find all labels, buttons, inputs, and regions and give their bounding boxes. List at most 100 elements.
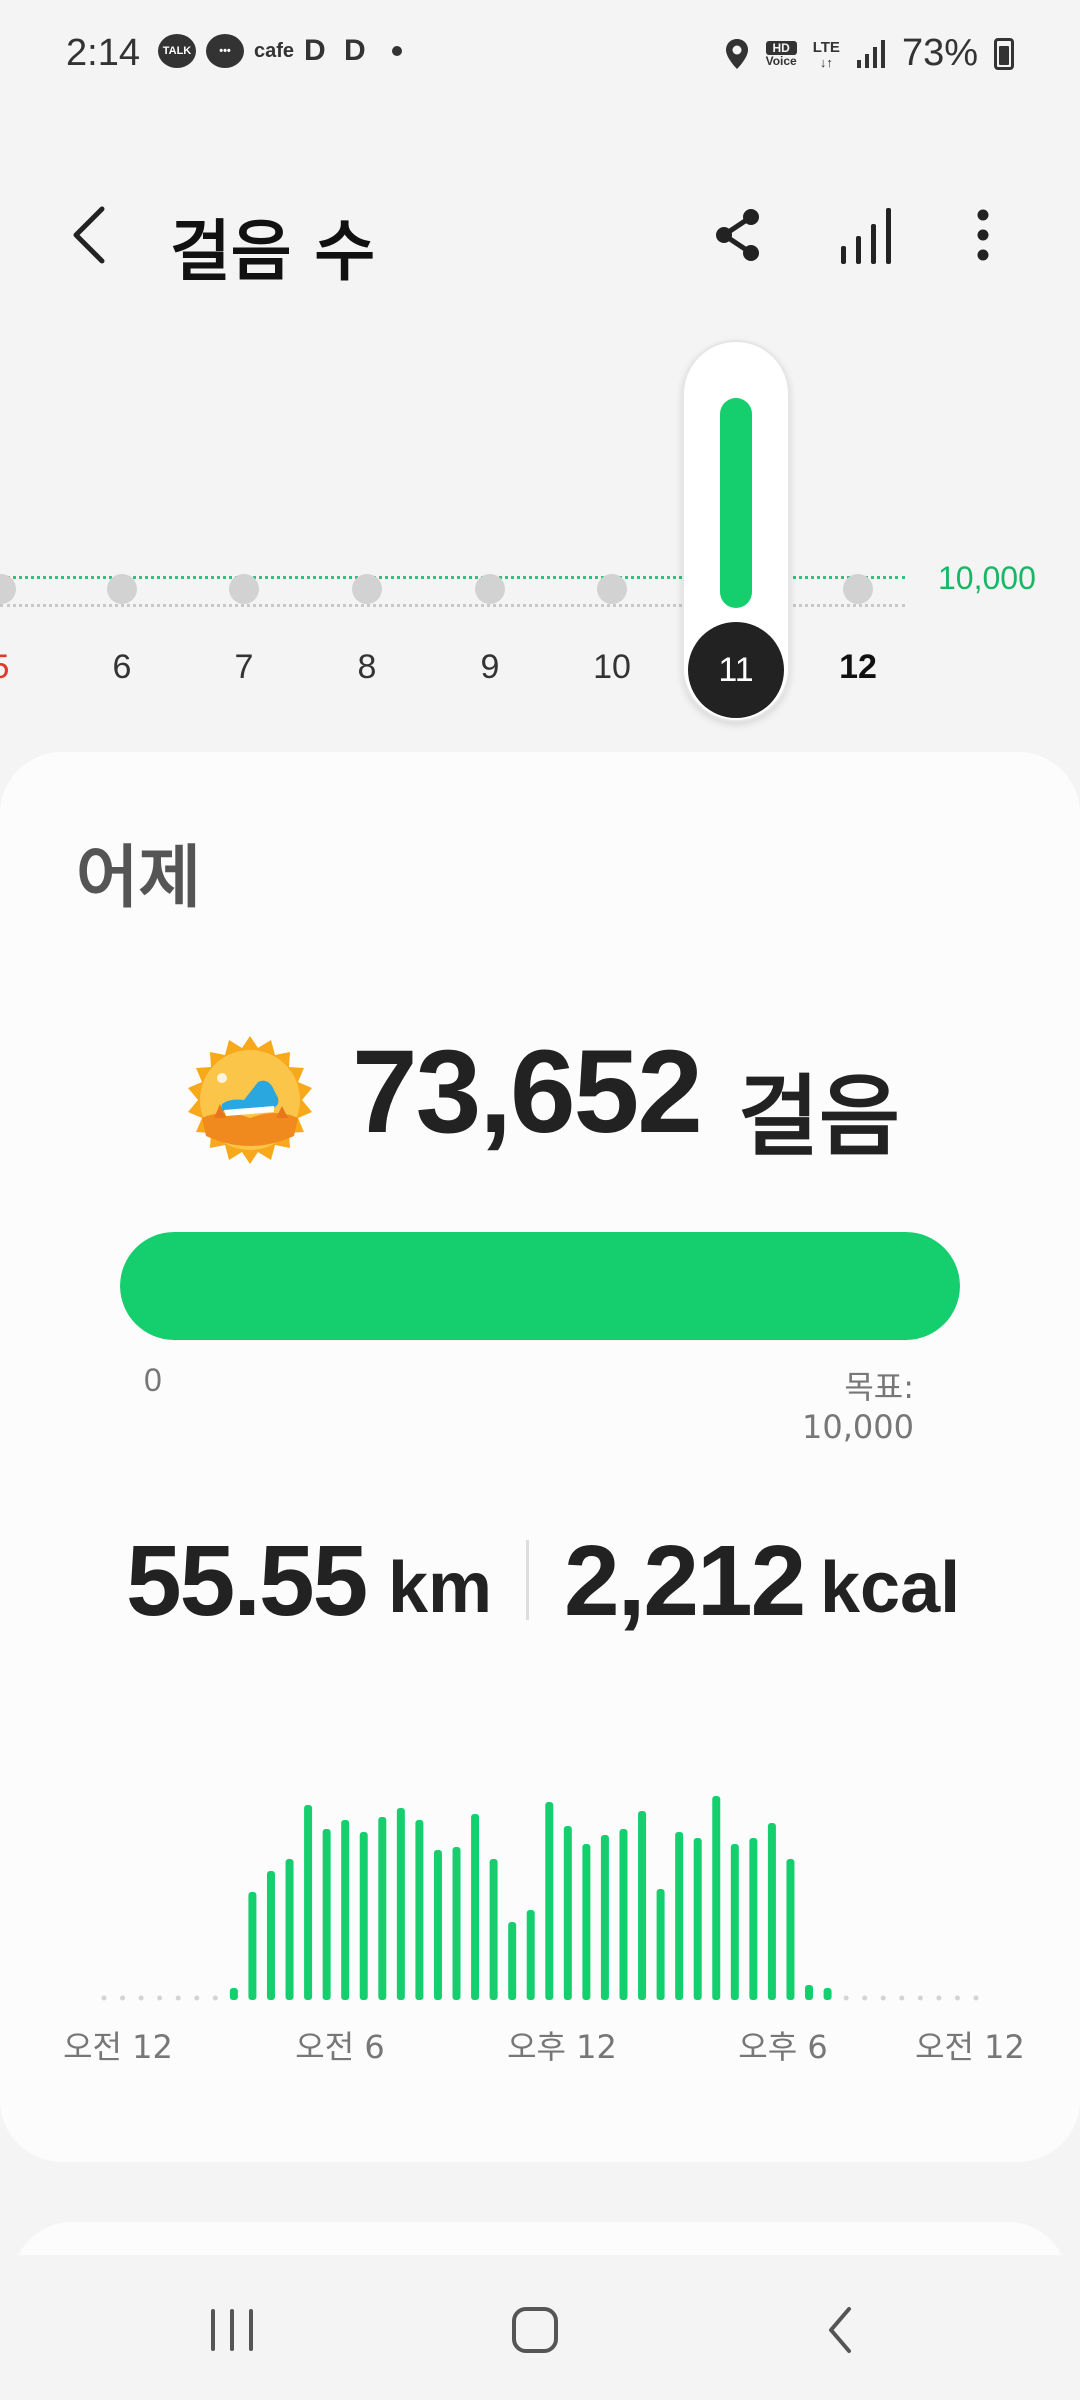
day-dot[interactable] xyxy=(352,574,382,604)
hourly-bar xyxy=(767,1823,776,2000)
share-button[interactable] xyxy=(703,205,773,265)
back-button[interactable] xyxy=(60,205,120,265)
calories-unit: kcal xyxy=(820,1548,961,1628)
day-dot[interactable] xyxy=(229,574,259,604)
empty-slot-dot xyxy=(936,1995,942,2001)
empty-slot-dot xyxy=(862,1995,868,2001)
battery-percent: 73% xyxy=(901,32,978,74)
empty-slot-dot xyxy=(138,1995,144,2001)
day-dot[interactable] xyxy=(107,574,137,604)
selected-day-label[interactable]: 11 xyxy=(688,622,784,718)
progress-goal-label: 목표: 10,000 xyxy=(802,1368,914,1446)
home-icon xyxy=(512,2307,558,2353)
recent-apps-button[interactable] xyxy=(192,2295,272,2365)
status-bar: 2:14 TALK ••• cafe D D HD Voice LTE ↓↑ 7… xyxy=(0,0,1080,110)
hourly-steps-chart xyxy=(101,1796,979,2001)
x-axis-label: 오후 6 xyxy=(738,2028,828,2066)
page-title: 걸음 수 xyxy=(170,213,376,290)
notification-icons: TALK ••• cafe D D xyxy=(158,34,403,68)
day-label[interactable]: 10 xyxy=(572,648,652,687)
hourly-bar xyxy=(638,1811,647,2000)
x-axis-label: 오전 12 xyxy=(63,2028,173,2066)
data-arrows-icon: ↓↑ xyxy=(819,54,833,70)
trends-button[interactable] xyxy=(832,205,902,265)
more-notifications-icon xyxy=(392,46,403,56)
hourly-bar xyxy=(675,1832,684,2000)
x-axis-label: 오후 12 xyxy=(507,2028,617,2066)
day-label[interactable]: 6 xyxy=(82,648,162,687)
hourly-bar xyxy=(285,1859,294,2000)
hourly-bar xyxy=(415,1820,424,2000)
day-label[interactable]: 9 xyxy=(450,648,530,687)
empty-slot-dot xyxy=(843,1995,849,2001)
step-unit: 걸음 xyxy=(738,1065,900,1168)
bar-chart-icon xyxy=(841,208,891,264)
day-dot[interactable] xyxy=(843,574,873,604)
network-label: LTE xyxy=(812,38,840,56)
day-dot[interactable] xyxy=(597,574,627,604)
day-label[interactable]: 5 xyxy=(0,648,40,687)
day-label[interactable]: 8 xyxy=(327,648,407,687)
kakaotalk-icon: TALK xyxy=(158,34,196,68)
battery-icon xyxy=(994,37,1014,70)
calories-value: 2,212 xyxy=(564,1525,806,1637)
home-button[interactable] xyxy=(495,2295,575,2365)
hourly-bar xyxy=(786,1859,795,2000)
hourly-bar xyxy=(712,1796,721,2000)
more-options-button[interactable] xyxy=(948,205,1018,265)
system-nav-bar xyxy=(0,2255,1080,2400)
empty-slot-dot xyxy=(880,1995,886,2001)
cafe-icon: cafe xyxy=(254,39,295,62)
hourly-bar xyxy=(266,1871,275,2000)
hourly-bar xyxy=(341,1820,350,2000)
x-axis-label: 오전 12 xyxy=(915,2028,1025,2066)
hourly-bar xyxy=(730,1844,739,2000)
empty-slot-dot xyxy=(175,1995,181,2001)
status-time: 2:14 xyxy=(66,32,140,74)
chat-bubble-icon: ••• xyxy=(206,34,244,68)
empty-slot-dot xyxy=(973,1995,979,2001)
system-status: HD Voice LTE ↓↑ 73% xyxy=(724,32,1014,75)
distance-value: 55.55 xyxy=(126,1525,368,1637)
back-nav-button[interactable] xyxy=(800,2295,880,2365)
hourly-bar xyxy=(359,1832,368,2000)
day-title: 어제 xyxy=(76,839,202,918)
day-label[interactable]: 7 xyxy=(204,648,284,687)
day-label[interactable]: 12 xyxy=(818,648,898,687)
hourly-bar xyxy=(433,1850,442,2000)
recent-apps-icon xyxy=(211,2309,253,2351)
d-app-icon: D xyxy=(344,34,366,67)
empty-slot-dot xyxy=(954,1995,960,2001)
steps-summary-card: 어제 73,652 걸음 0 목표: 10,000 55.55 km 2,212… xyxy=(0,752,1080,2162)
hourly-bar xyxy=(600,1835,609,2000)
daily-strip: 10,000 5 6 7 8 9 10 12 11 xyxy=(0,340,1080,730)
hourly-bar xyxy=(229,1988,238,2000)
empty-slot-dot xyxy=(899,1995,905,2001)
hourly-bar xyxy=(545,1802,554,2000)
empty-slot-dot xyxy=(194,1995,200,2001)
lte-icon: LTE ↓↑ xyxy=(813,39,840,69)
more-vert-icon xyxy=(977,209,989,261)
hourly-bar xyxy=(248,1892,257,2000)
back-nav-icon xyxy=(829,2307,851,2353)
app-header: 걸음 수 xyxy=(0,170,1080,300)
goal-progress-fill xyxy=(120,1232,960,1340)
hourly-bar xyxy=(693,1838,702,2000)
hourly-bar xyxy=(582,1844,591,2000)
goal-progress-bar xyxy=(120,1232,960,1340)
goal-label: 10,000 xyxy=(938,560,1036,596)
progress-min-label: 0 xyxy=(144,1362,162,1398)
empty-slot-dot xyxy=(120,1995,126,2001)
hourly-bar xyxy=(508,1922,517,2000)
hourly-bar xyxy=(304,1805,313,2000)
hourly-bar xyxy=(471,1814,480,2000)
d-app-icon: D xyxy=(304,34,326,67)
empty-slot-dot xyxy=(212,1995,218,2001)
hd-voice-icon: HD Voice xyxy=(765,40,797,67)
x-axis-label: 오전 6 xyxy=(295,2028,385,2066)
day-dot[interactable] xyxy=(475,574,505,604)
location-icon xyxy=(725,38,748,69)
selected-day-bar xyxy=(720,398,752,608)
hourly-bar xyxy=(749,1838,758,2000)
hd-label: HD xyxy=(765,40,797,55)
